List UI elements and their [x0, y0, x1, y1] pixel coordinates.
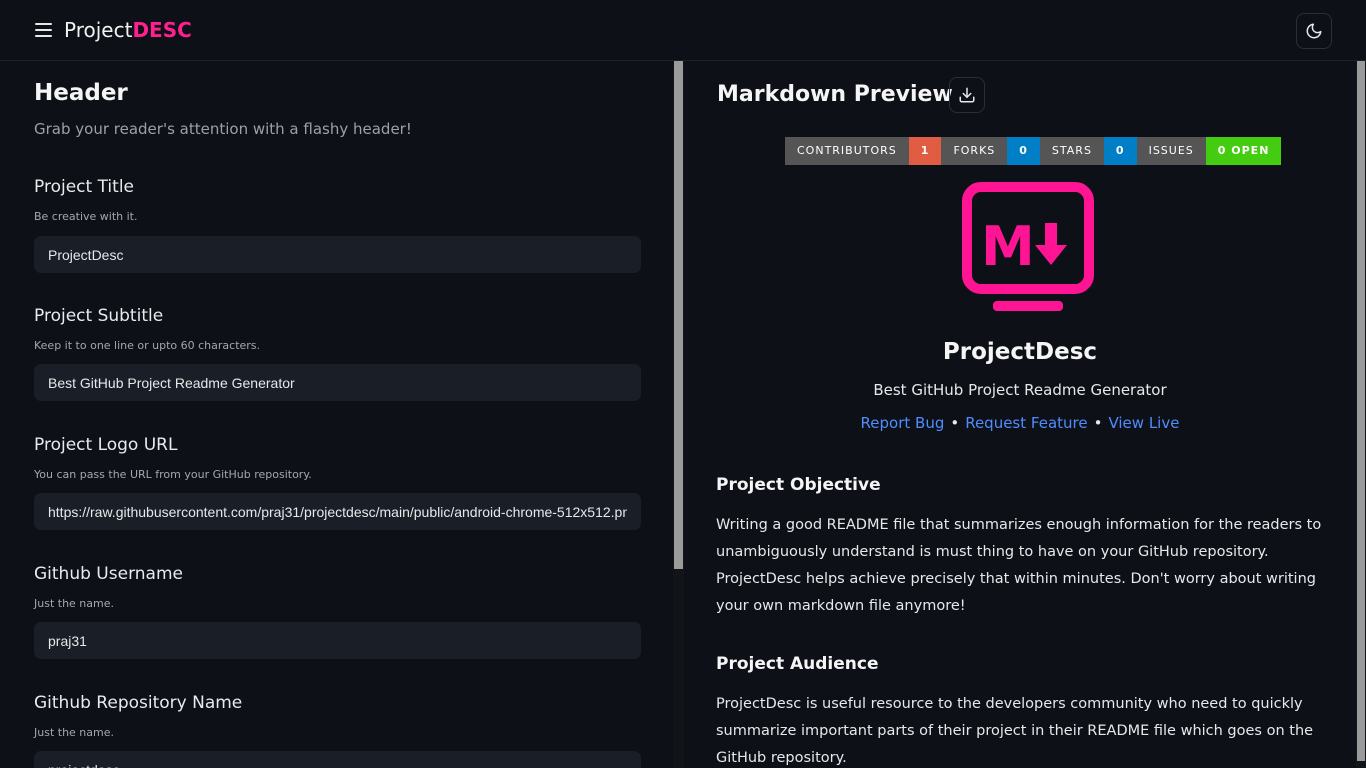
project-subtitle-input[interactable]	[34, 364, 641, 401]
section-title: Header	[34, 80, 128, 106]
brand-text-project: Project	[64, 18, 133, 42]
project-logo-url-help: You can pass the URL from your GitHub re…	[34, 468, 312, 481]
project-subtitle-help: Keep it to one line or upto 60 character…	[34, 339, 261, 352]
section-description: Grab your reader's attention with a flas…	[34, 120, 412, 138]
view-live-link[interactable]: View Live	[1108, 414, 1179, 432]
project-title-help: Be creative with it.	[34, 210, 138, 223]
svg-text:M: M	[981, 215, 1035, 278]
preview-pane: Markdown Preview CONTRIBUTORS 1 FORKS 0 …	[684, 61, 1366, 768]
repo-badges: CONTRIBUTORS 1 FORKS 0 STARS 0 ISSUES 0 …	[785, 137, 1282, 165]
project-links: Report Bug • Request Feature • View Live	[684, 414, 1356, 432]
objective-heading: Project Objective	[716, 475, 881, 495]
link-separator: •	[950, 414, 960, 432]
editor-scrollbar-thumb[interactable]	[674, 61, 683, 569]
download-icon	[959, 87, 975, 103]
download-button[interactable]	[949, 77, 985, 113]
audience-body: ProjectDesc is useful resource to the de…	[716, 696, 1314, 766]
project-subtitle: Best GitHub Project Readme Generator	[873, 381, 1167, 399]
project-logo-url-label: Project Logo URL	[34, 435, 178, 455]
editor-pane: Header Grab your reader's attention with…	[0, 61, 684, 768]
theme-toggle-button[interactable]	[1296, 13, 1332, 49]
github-username-help: Just the name.	[34, 597, 114, 610]
project-logo-url-input[interactable]	[34, 493, 641, 530]
project-logo: M	[962, 182, 1094, 311]
project-title-input[interactable]	[34, 236, 641, 273]
github-repo-name-help: Just the name.	[34, 726, 114, 739]
badge-stars-value[interactable]: 0	[1103, 137, 1137, 165]
badge-forks-value[interactable]: 0	[1007, 137, 1040, 165]
badge-stars-label[interactable]: STARS	[1039, 137, 1104, 165]
preview-scrollbar-thumb[interactable]	[1357, 61, 1365, 761]
preview-title: Markdown Preview	[717, 82, 953, 107]
project-subtitle-label: Project Subtitle	[34, 306, 164, 326]
audience-heading: Project Audience	[716, 654, 879, 674]
badge-contributors-label[interactable]: CONTRIBUTORS	[785, 137, 909, 165]
brand-logo[interactable]: ProjectDESC	[64, 17, 192, 43]
badge-issues-value[interactable]: 0 OPEN	[1205, 137, 1282, 165]
badge-issues-label[interactable]: ISSUES	[1136, 137, 1206, 165]
hamburger-menu-icon[interactable]	[34, 21, 54, 39]
objective-body: Writing a good README file that summariz…	[716, 517, 1322, 614]
project-name: ProjectDesc	[942, 339, 1098, 365]
github-repo-name-label: Github Repository Name	[34, 693, 243, 713]
project-title-label: Project Title	[34, 177, 134, 197]
top-bar: ProjectDESC	[0, 0, 1366, 61]
link-separator: •	[1093, 414, 1103, 432]
badge-forks-label[interactable]: FORKS	[941, 137, 1008, 165]
github-username-label: Github Username	[34, 564, 183, 584]
moon-icon	[1306, 23, 1322, 39]
request-feature-link[interactable]: Request Feature	[965, 414, 1087, 432]
badge-contributors-value[interactable]: 1	[908, 137, 942, 165]
report-bug-link[interactable]: Report Bug	[861, 414, 945, 432]
brand-text-desc: DESC	[132, 18, 192, 42]
github-repo-name-input[interactable]	[34, 751, 641, 768]
github-username-input[interactable]	[34, 622, 641, 659]
